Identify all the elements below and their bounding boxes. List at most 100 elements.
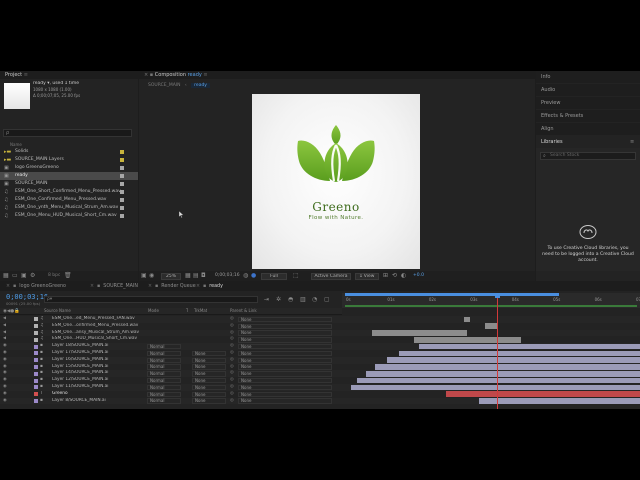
- project-list-item[interactable]: ▣ SOURCE_MAIN: [0, 180, 138, 188]
- pick-whip-icon[interactable]: ◎: [230, 370, 234, 377]
- track-matte-dropdown[interactable]: None: [192, 357, 226, 363]
- layer-name[interactable]: ESM_One...onfirmed_Menu_Pressed.wav: [52, 323, 142, 330]
- parent-dropdown[interactable]: None: [238, 330, 332, 336]
- visibility-eye-icon[interactable]: ◉: [3, 357, 7, 364]
- timeline-tab[interactable]: × ▪ ready: [196, 282, 223, 291]
- layer-duration-bar[interactable]: [371, 330, 468, 336]
- layer-row[interactable]: ◀ ♫ ESM_One...ed_Menu_Pressed_FAN.wav ◎ None: [0, 316, 640, 323]
- col-trkmat[interactable]: TrkMat: [194, 308, 207, 315]
- parent-dropdown[interactable]: None: [238, 391, 332, 397]
- blend-mode-dropdown[interactable]: Normal: [147, 371, 181, 377]
- parent-dropdown[interactable]: None: [238, 316, 332, 323]
- comp-flowchart-icon[interactable]: ⇥: [264, 297, 269, 303]
- pick-whip-icon[interactable]: ◎: [230, 391, 234, 398]
- exposure-icon[interactable]: ◐: [401, 273, 406, 279]
- parent-dropdown[interactable]: None: [238, 398, 332, 404]
- col-parent-link[interactable]: Parent & Link: [230, 308, 257, 315]
- layer-row[interactable]: ◀ ♫ ESM_One...ansy_Musical_Strum_Am.wav ◎ No…: [0, 329, 640, 337]
- visibility-eye-icon[interactable]: ◀: [3, 323, 6, 330]
- 3d-view-icon[interactable]: ⊞: [383, 273, 388, 279]
- playhead[interactable]: [496, 293, 498, 409]
- label-color-chip[interactable]: [120, 190, 124, 194]
- layer-row[interactable]: ◉ ▪ Layer 16/SOURCE_MAIN.ai Normal None ◎ None: [0, 356, 640, 364]
- zoom-dropdown[interactable]: 25%: [161, 273, 181, 280]
- track-matte-dropdown[interactable]: None: [192, 391, 226, 397]
- layer-label-color[interactable]: [34, 351, 38, 356]
- blend-mode-dropdown[interactable]: Normal: [147, 377, 181, 384]
- visibility-eye-icon[interactable]: ◉: [3, 384, 7, 391]
- visibility-eye-icon[interactable]: ◉: [3, 391, 7, 398]
- project-settings-icon[interactable]: ⚙: [30, 273, 35, 279]
- layer-name[interactable]: Layer 17/SOURCE_MAIN.ai: [52, 350, 142, 357]
- views-dropdown[interactable]: 1 View: [355, 273, 379, 280]
- composition-tab[interactable]: × ▪ Composition ready ≡: [139, 71, 535, 79]
- project-list-item[interactable]: ▣ ready: [0, 172, 138, 180]
- layer-row[interactable]: ◀ ♫ ESM_One...onfirmed_Menu_Pressed.wav ◎ No…: [0, 322, 640, 330]
- lock-icon[interactable]: ▪: [150, 72, 153, 78]
- new-comp-icon[interactable]: ▣: [21, 273, 27, 279]
- av-features-icon[interactable]: ◉◀●🔒: [3, 309, 20, 315]
- layer-row[interactable]: ◉ ▪ Layer 11/SOURCE_MAIN.ai Normal None ◎ None: [0, 384, 640, 391]
- layer-duration-bar[interactable]: [356, 377, 640, 384]
- layer-name[interactable]: ESM_One...ansy_Musical_Strum_Am.wav: [52, 330, 142, 337]
- visibility-eye-icon[interactable]: ◀: [3, 336, 6, 343]
- blend-mode-dropdown[interactable]: Normal: [147, 391, 181, 397]
- blend-mode-dropdown[interactable]: Normal: [147, 398, 181, 404]
- parent-dropdown[interactable]: None: [238, 364, 332, 370]
- panel-menu-icon[interactable]: ≡: [203, 72, 207, 78]
- parent-dropdown[interactable]: None: [238, 350, 332, 357]
- label-color-chip[interactable]: [120, 150, 124, 154]
- label-color-chip[interactable]: [120, 206, 124, 210]
- layer-row[interactable]: ◉ ▪ Layer 14/SOURCE_MAIN.ai Normal None ◎ None: [0, 370, 640, 378]
- interpret-footage-icon[interactable]: ▦: [3, 273, 9, 279]
- label-color-chip[interactable]: [120, 214, 124, 218]
- visibility-eye-icon[interactable]: ◀: [3, 330, 6, 337]
- pick-whip-icon[interactable]: ◎: [230, 323, 234, 330]
- project-list-item[interactable]: ♫ ESM_One_Menu_HUD_Musical_Short_Cm.wav: [0, 212, 138, 220]
- shy-icon[interactable]: ◓: [288, 297, 293, 303]
- viewer-timecode[interactable]: 0;00;03;16: [215, 272, 240, 280]
- layer-label-color[interactable]: [34, 392, 38, 397]
- transparency-grid-icon[interactable]: ▤: [193, 273, 199, 279]
- pick-whip-icon[interactable]: ◎: [230, 398, 234, 405]
- layer-name[interactable]: Greeno: [52, 391, 142, 398]
- pick-whip-icon[interactable]: ◎: [230, 336, 234, 343]
- layer-label-color[interactable]: [34, 358, 38, 363]
- timeline-tab[interactable]: × ▪ Render Queue: [148, 282, 196, 291]
- project-list-item[interactable]: ♫ ESM_One_Short_Confirmed_Menu_Pressed.wa…: [0, 188, 138, 196]
- layer-row[interactable]: ◉ ▪ Layer 15/SOURCE_MAIN.ai Normal None ◎ None: [0, 363, 640, 371]
- layer-duration-bar[interactable]: [419, 343, 640, 350]
- project-list-item[interactable]: ♫ ESM_One_ynth_Menu_Musical_Strum_Am.wav: [0, 204, 138, 212]
- layer-row[interactable]: ◉ ▪ Layer 8/SOURCE_MAIN.ai Normal None ◎ None: [0, 397, 640, 405]
- pick-whip-icon[interactable]: ◎: [230, 357, 234, 364]
- label-color-chip[interactable]: [120, 174, 124, 178]
- parent-dropdown[interactable]: None: [238, 384, 332, 391]
- track-matte-dropdown[interactable]: None: [192, 377, 226, 384]
- visibility-eye-icon[interactable]: ◉: [3, 370, 7, 377]
- label-color-chip[interactable]: [120, 198, 124, 202]
- blend-mode-dropdown[interactable]: Normal: [147, 350, 181, 357]
- project-list-item[interactable]: ▣ logo GreenoGreeno: [0, 164, 138, 172]
- camera-dropdown[interactable]: Active Camera: [311, 273, 351, 280]
- layer-duration-bar[interactable]: [386, 357, 640, 363]
- close-icon[interactable]: ×: [148, 284, 152, 289]
- pick-whip-icon[interactable]: ◎: [230, 316, 234, 323]
- new-folder-icon[interactable]: ▭: [12, 273, 18, 279]
- safe-margins-icon[interactable]: ▦: [185, 273, 191, 279]
- parent-dropdown[interactable]: None: [238, 377, 332, 384]
- pick-whip-icon[interactable]: ◎: [230, 343, 234, 350]
- pick-whip-icon[interactable]: ◎: [230, 330, 234, 337]
- exposure-value[interactable]: +0.0: [413, 272, 424, 280]
- project-list-item[interactable]: ▸▬ Solids: [0, 148, 138, 156]
- close-icon[interactable]: ×: [144, 72, 148, 78]
- panel-menu-icon[interactable]: ≡: [630, 139, 634, 145]
- right-panel-item[interactable]: Libraries: [536, 136, 640, 148]
- pick-whip-icon[interactable]: ◎: [230, 384, 234, 391]
- reset-exposure-icon[interactable]: ⟲: [392, 273, 397, 279]
- parent-dropdown[interactable]: None: [238, 357, 332, 363]
- parent-dropdown[interactable]: None: [238, 323, 332, 329]
- panel-menu-icon[interactable]: ≡: [24, 72, 28, 78]
- parent-dropdown[interactable]: None: [238, 371, 332, 377]
- col-source-name[interactable]: Source Name: [44, 308, 71, 315]
- layer-duration-bar[interactable]: [413, 336, 521, 343]
